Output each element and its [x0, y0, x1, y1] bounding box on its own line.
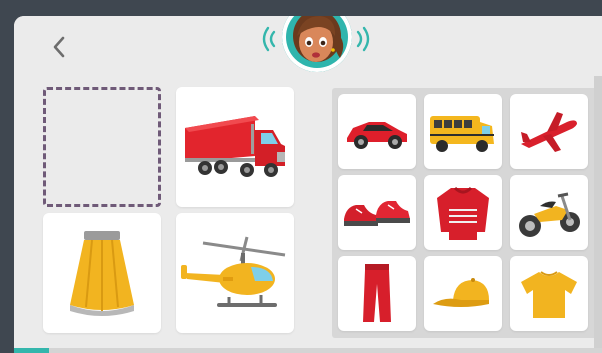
sound-waves-right-icon — [356, 26, 370, 52]
scroll-edge — [594, 76, 602, 353]
choice-card-car[interactable] — [338, 94, 416, 169]
option-card-helicopter[interactable] — [176, 213, 294, 333]
choice-card-airplane[interactable] — [510, 94, 588, 169]
red-car-icon — [347, 121, 407, 149]
yellow-school-bus-icon — [430, 115, 494, 152]
device-frame — [0, 0, 602, 353]
red-shoes-icon — [344, 200, 410, 226]
back-button[interactable] — [44, 32, 74, 62]
red-airplane-icon — [521, 111, 577, 152]
yellow-skirt-icon — [70, 231, 134, 316]
choice-card-pants[interactable] — [338, 256, 416, 331]
yellow-motorcycle-icon — [519, 192, 580, 237]
choice-card-tshirt[interactable] — [510, 256, 588, 331]
progress-fill — [14, 348, 50, 353]
choice-card-motorcycle[interactable] — [510, 175, 588, 250]
answer-dropzone[interactable] — [43, 87, 161, 207]
choice-card-bus[interactable] — [424, 94, 502, 169]
red-pants-icon — [363, 263, 391, 322]
choice-card-shoes[interactable] — [338, 175, 416, 250]
yellow-helicopter-icon — [181, 236, 286, 307]
red-semi-truck-icon — [185, 116, 285, 177]
yellow-cap-icon — [433, 277, 489, 307]
speaker-avatar[interactable] — [258, 16, 378, 82]
choice-card-sweater[interactable] — [424, 175, 502, 250]
option-card-truck[interactable] — [176, 87, 294, 207]
red-sweater-icon — [437, 186, 489, 240]
sound-waves-left-icon — [262, 26, 276, 52]
app-screen — [14, 16, 602, 353]
top-bar — [14, 16, 602, 78]
option-card-skirt[interactable] — [43, 213, 161, 333]
girl-avatar-icon — [282, 16, 352, 72]
choice-card-cap[interactable] — [424, 256, 502, 331]
progress-bar — [14, 348, 602, 353]
chevron-left-icon — [53, 36, 65, 58]
yellow-tshirt-icon — [521, 270, 577, 318]
